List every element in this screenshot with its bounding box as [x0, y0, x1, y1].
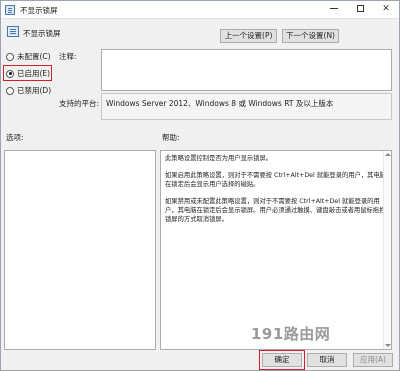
radio-enabled-circle[interactable]: [6, 69, 14, 78]
policy-setting-icon: [5, 5, 15, 15]
comment-label: 注释:: [59, 52, 77, 61]
radio-disabled[interactable]: 已禁用(D): [6, 85, 51, 95]
setting-name: 不显示锁屏: [23, 29, 61, 38]
radio-disabled-circle[interactable]: [6, 86, 14, 95]
supported-on-value: Windows Server 2012、Windows 8 或 Windows …: [101, 93, 392, 120]
scroll-down-icon[interactable]: [385, 344, 391, 347]
help-paragraph-2: 如果启用此策略设置，则对于不需要按 Ctrl+Alt+Del 就能登录的用户，其…: [165, 172, 387, 188]
apply-button[interactable]: 应用(A): [353, 353, 393, 367]
policy-dialog-window: 不显示锁屏 ✕ 不显示锁屏 上一个设置(P) 下一个设置(N) 未配置(C) 已…: [0, 0, 400, 371]
radio-disabled-label: 已禁用(D): [17, 86, 52, 95]
watermark-logo: 191路由网: [251, 325, 331, 343]
close-icon: ✕: [382, 4, 390, 14]
next-setting-button[interactable]: 下一个设置(N): [282, 29, 339, 43]
radio-enabled[interactable]: 已启用(E): [6, 68, 50, 78]
radio-enabled-label: 已启用(E): [17, 69, 51, 78]
maximize-icon: [356, 5, 364, 12]
ok-button[interactable]: 确定: [262, 353, 302, 367]
minimize-button[interactable]: [321, 1, 347, 19]
radio-not-configured-circle[interactable]: [6, 52, 14, 61]
radio-not-configured[interactable]: 未配置(C): [6, 51, 51, 61]
scroll-up-icon[interactable]: [385, 153, 391, 156]
maximize-button[interactable]: [347, 1, 373, 19]
supported-on-label: 支持的平台:: [59, 99, 100, 108]
minimize-icon: [330, 8, 338, 9]
window-title: 不显示锁屏: [20, 6, 58, 15]
help-paragraph-3: 如果禁用或未配置此策略设置，则对于不需要按 Ctrl+Alt+Del 就能登录的…: [165, 198, 386, 223]
setting-header-icon: [7, 26, 19, 37]
options-panel: [4, 150, 156, 350]
radio-not-configured-label: 未配置(C): [17, 52, 51, 61]
help-scrollbar[interactable]: [383, 151, 391, 349]
help-panel: 此策略设置控制是否为用户显示锁屏。 如果启用此策略设置，则对于不需要按 Ctrl…: [160, 150, 392, 350]
help-label: 帮助:: [162, 133, 180, 142]
title-bar[interactable]: 不显示锁屏 ✕: [1, 1, 399, 19]
close-button[interactable]: ✕: [373, 1, 399, 19]
options-label: 选项:: [6, 133, 24, 142]
cancel-button[interactable]: 取消: [307, 353, 347, 367]
comment-textarea[interactable]: [101, 49, 392, 91]
help-paragraph-1: 此策略设置控制是否为用户显示锁屏。: [165, 155, 273, 162]
previous-setting-button[interactable]: 上一个设置(P): [220, 29, 277, 43]
